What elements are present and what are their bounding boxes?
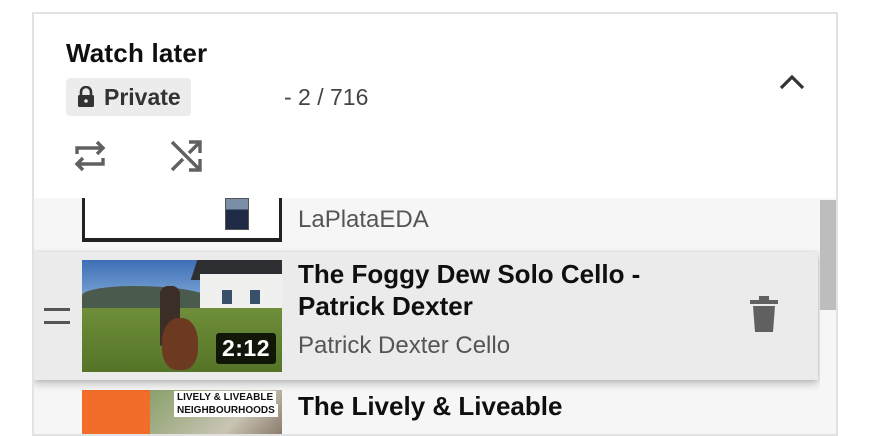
video-thumbnail[interactable] [82, 198, 282, 242]
video-thumbnail[interactable]: LIVELY & LIVEABLE NEIGHBOURHOODS [82, 390, 282, 434]
playlist-item[interactable]: LaPlataEDA [34, 198, 820, 242]
video-channel: LaPlataEDA [298, 206, 429, 233]
playlist-title[interactable]: Watch later [66, 38, 207, 69]
video-duration: 2:12 [215, 333, 276, 364]
lock-icon [76, 85, 96, 109]
shuffle-icon[interactable] [164, 134, 208, 178]
playlist-panel: Watch later Private - 2 / 716 LaPlataEDA… [32, 12, 838, 436]
trash-icon[interactable] [744, 292, 784, 336]
playlist-item[interactable]: LIVELY & LIVEABLE NEIGHBOURHOODS The Liv… [34, 390, 820, 434]
thumbnail-portrait [225, 198, 249, 230]
playlist-items: LaPlataEDA LIVELY & LIVEABLE NEIGHBOURHO… [34, 198, 820, 434]
video-thumbnail[interactable]: 2:12 [82, 260, 282, 372]
video-title[interactable]: The Lively & Liveable [298, 390, 718, 422]
loop-icon[interactable] [68, 134, 112, 178]
privacy-badge: Private [66, 78, 191, 116]
playlist-position: - 2 / 716 [284, 84, 369, 110]
drag-handle-icon[interactable] [44, 308, 70, 324]
scrollbar[interactable] [820, 198, 836, 434]
video-title[interactable]: The Foggy Dew Solo Cello - Patrick Dexte… [298, 258, 698, 322]
thumbnail-text: NEIGHBOURHOODS [174, 404, 278, 417]
playlist-item-active[interactable]: 2:12 The Foggy Dew Solo Cello - Patrick … [34, 252, 818, 380]
chevron-up-icon[interactable] [774, 64, 810, 100]
scrollbar-thumb[interactable] [820, 200, 836, 310]
video-channel[interactable]: Patrick Dexter Cello [298, 332, 510, 360]
playlist-header: Watch later Private - 2 / 716 [34, 14, 836, 198]
privacy-label: Private [104, 83, 181, 110]
thumbnail-text: LIVELY & LIVEABLE [174, 391, 277, 404]
